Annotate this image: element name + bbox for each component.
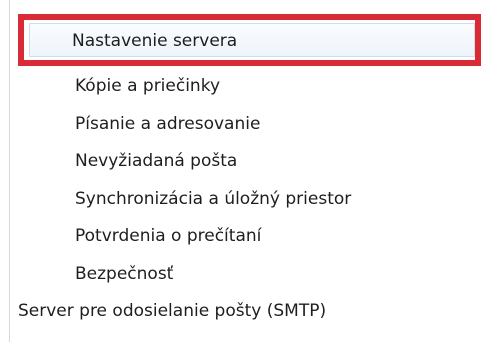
- tree-item-security[interactable]: Bezpečnosť: [0, 257, 477, 291]
- tree-item-composition-and-addressing[interactable]: Písanie a adresovanie: [0, 107, 477, 141]
- tree-item-label: Písanie a adresovanie: [75, 114, 261, 134]
- tree-item-label: Nastavenie servera: [72, 31, 238, 51]
- tree-item-copies-and-folders[interactable]: Kópie a priečinky: [0, 69, 477, 103]
- tree-item-label: Kópie a priečinky: [75, 76, 221, 96]
- tree-item-label: Potvrdenia o prečítaní: [75, 226, 262, 246]
- tree-item-outgoing-server-smtp[interactable]: Server pre odosielanie pošty (SMTP): [0, 294, 477, 328]
- tree-item-label: Nevyžiadaná pošta: [75, 151, 238, 171]
- tree-item-label: Bezpečnosť: [75, 264, 174, 284]
- tree-item-label: Server pre odosielanie pošty (SMTP): [18, 301, 327, 321]
- tree-item-return-receipts[interactable]: Potvrdenia o prečítaní: [0, 219, 477, 253]
- tree-item-junk-mail[interactable]: Nevyžiadaná pošta: [0, 144, 477, 178]
- account-settings-tree: Nastavenie servera Kópie a priečinky Pís…: [0, 0, 481, 342]
- tree-item-label: Synchronizácia a úložný priestor: [75, 189, 352, 209]
- tree-item-synchronization-and-storage[interactable]: Synchronizácia a úložný priestor: [0, 182, 477, 216]
- tree-item-server-settings[interactable]: Nastavenie servera: [29, 23, 475, 57]
